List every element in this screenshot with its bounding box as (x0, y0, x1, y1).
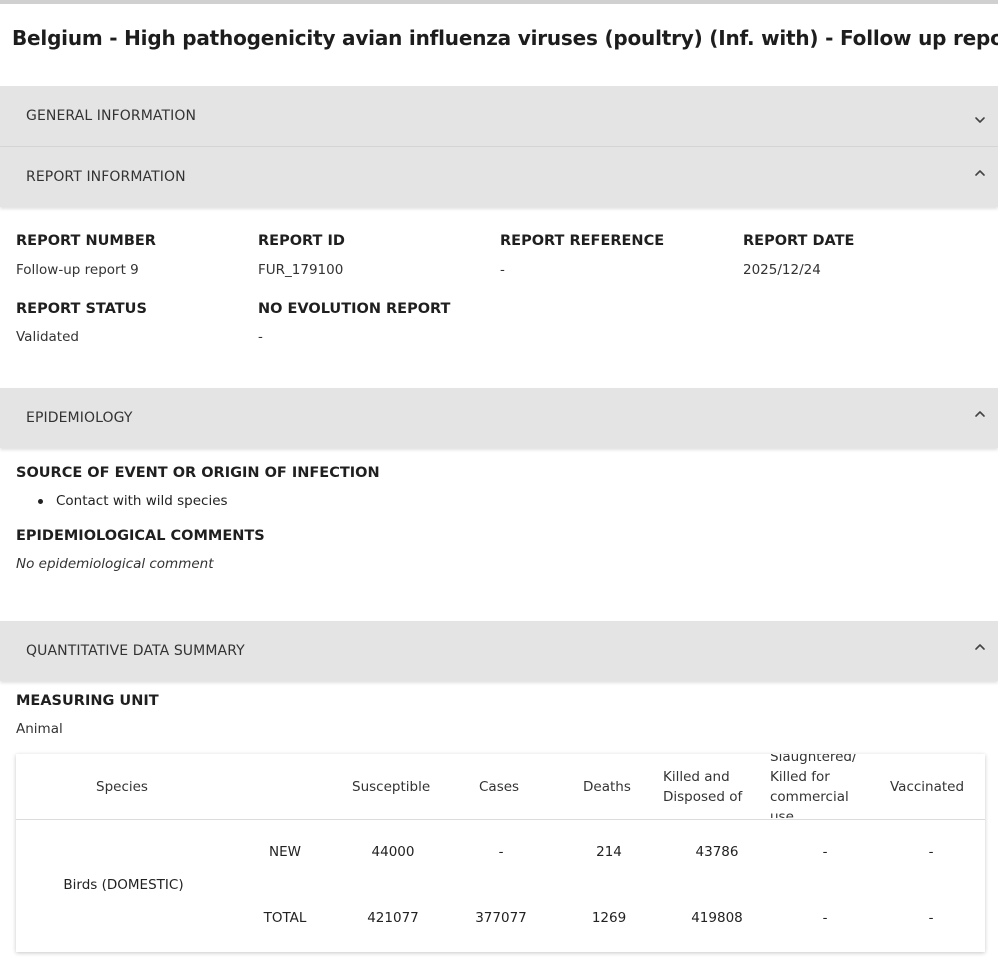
no-evolution-report-label: NO EVOLUTION REPORT (258, 301, 451, 317)
cases-cell: 377077 (475, 910, 527, 926)
report-id-label: REPORT ID (258, 233, 345, 249)
slaughtered-cell: - (822, 844, 828, 860)
epidemiological-comments-value: No epidemiological comment (16, 556, 214, 572)
page-title: Belgium - High pathogenicity avian influ… (12, 26, 998, 50)
section-label: QUANTITATIVE DATA SUMMARY (26, 643, 245, 659)
section-quantitative-data-summary[interactable]: QUANTITATIVE DATA SUMMARY (0, 621, 998, 681)
report-reference-label: REPORT REFERENCE (500, 233, 665, 249)
column-header-deaths: Deaths (583, 779, 631, 795)
report-id-value: FUR_179100 (258, 262, 344, 278)
section-label: REPORT INFORMATION (26, 169, 186, 185)
killed-cell: 43786 (695, 844, 739, 860)
source-of-event-label: SOURCE OF EVENT OR ORIGIN OF INFECTION (16, 465, 380, 481)
report-status-value: Validated (16, 329, 79, 345)
measuring-unit-label: MEASURING UNIT (16, 693, 159, 709)
measuring-unit-value: Animal (16, 721, 63, 737)
section-label: EPIDEMIOLOGY (26, 410, 133, 426)
column-header-killed-disposed: Killed and Disposed of (663, 769, 743, 805)
report-status-label: REPORT STATUS (16, 301, 147, 317)
vaccinated-cell: - (928, 910, 934, 926)
no-evolution-report-value: - (258, 329, 263, 345)
section-report-information[interactable]: REPORT INFORMATION (0, 147, 998, 207)
species-cell: Birds (DOMESTIC) (63, 877, 184, 893)
section-general-information[interactable]: GENERAL INFORMATION (0, 86, 998, 146)
column-header-vaccinated: Vaccinated (890, 779, 965, 795)
report-reference-value: - (500, 262, 505, 278)
column-header-slaughtered: Slaughtered/ Killed for commercial use (770, 754, 857, 818)
chevron-up-icon (974, 641, 986, 653)
row-type-cell: TOTAL (263, 910, 307, 926)
section-label: GENERAL INFORMATION (26, 108, 197, 124)
column-header-clip: Slaughtered/ Killed for commercial use (770, 754, 880, 818)
susceptible-cell: 421077 (367, 910, 419, 926)
report-date-label: REPORT DATE (743, 233, 855, 249)
vaccinated-cell: - (928, 844, 934, 860)
column-header-susceptible: Susceptible (352, 779, 431, 795)
section-epidemiology[interactable]: EPIDEMIOLOGY (0, 388, 998, 448)
quantitative-data-table: Species Susceptible Cases Deaths Killed … (16, 754, 985, 952)
column-header-cases: Cases (479, 779, 520, 795)
deaths-cell: 1269 (591, 910, 627, 926)
susceptible-cell: 44000 (371, 844, 415, 860)
slaughtered-cell: - (822, 910, 828, 926)
chevron-up-icon (974, 167, 986, 179)
report-number-value: Follow-up report 9 (16, 262, 139, 278)
header-divider (16, 819, 985, 820)
epidemiological-comments-label: EPIDEMIOLOGICAL COMMENTS (16, 528, 265, 544)
source-list: Contact with wild species (16, 492, 228, 510)
row-type-cell: NEW (269, 844, 301, 860)
killed-cell: 419808 (691, 910, 743, 926)
cases-cell: - (498, 844, 504, 860)
report-number-label: REPORT NUMBER (16, 233, 156, 249)
report-date-value: 2025/12/24 (743, 262, 821, 278)
chevron-up-icon (974, 408, 986, 420)
list-item: Contact with wild species (16, 492, 228, 510)
top-rule (0, 0, 998, 6)
column-header-species: Species (96, 779, 148, 795)
deaths-cell: 214 (596, 844, 622, 860)
chevron-down-icon (974, 114, 986, 126)
